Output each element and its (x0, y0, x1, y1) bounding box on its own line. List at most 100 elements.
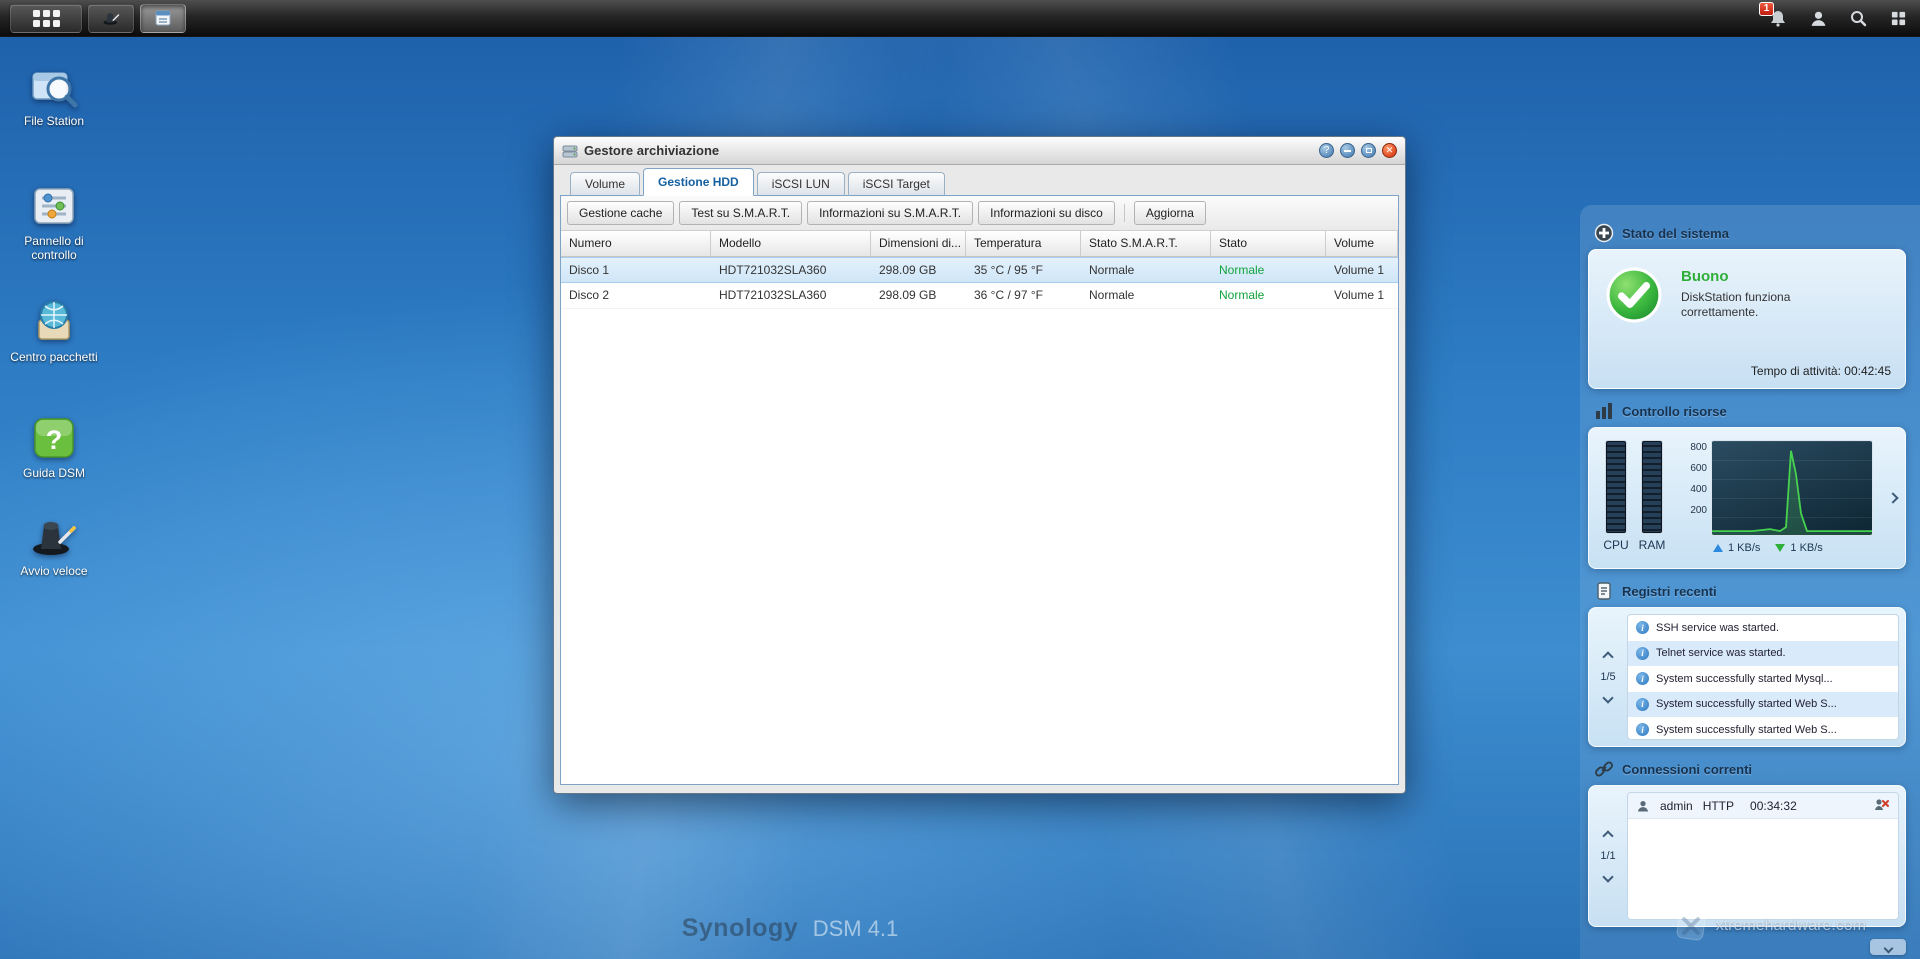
cell-smart: Normale (1081, 283, 1211, 308)
recent-logs-icon (1594, 581, 1614, 601)
table-header: Numero Modello Dimensioni di... Temperat… (561, 231, 1398, 257)
maximize-icon (1366, 148, 1372, 153)
storage-manager-window: Gestore archiviazione ? ✕ Volume Gestion… (553, 136, 1406, 794)
smart-info-button[interactable]: Informazioni su S.M.A.R.T. (807, 201, 973, 225)
column-header-dimensioni[interactable]: Dimensioni di... (871, 231, 966, 256)
tab-volume[interactable]: Volume (570, 172, 640, 196)
desktop-icon-dsm-help[interactable]: ? Guida DSM (8, 414, 100, 480)
resource-monitor-expand-button[interactable] (1885, 486, 1901, 509)
taskbar-app-quickstart[interactable] (88, 4, 134, 33)
taskbar-right: 1 (1766, 6, 1910, 30)
disconnect-user-button[interactable] (1872, 797, 1890, 815)
status-value: Buono (1681, 268, 1891, 285)
download-arrow-icon (1775, 544, 1785, 552)
info-icon: i (1636, 698, 1649, 711)
logs-prev-button[interactable] (1601, 646, 1615, 667)
notifications-button[interactable]: 1 (1766, 6, 1790, 30)
hdd-toolbar: Gestione cache Test su S.M.A.R.T. Inform… (561, 196, 1398, 231)
tab-iscsi-lun[interactable]: iSCSI LUN (757, 172, 845, 196)
toolbar-separator (1124, 204, 1125, 222)
pilot-view-button[interactable] (1886, 6, 1910, 30)
desktop-icon-label: File Station (8, 114, 100, 128)
help-button[interactable]: ? (1319, 143, 1334, 158)
logs-next-button[interactable] (1601, 687, 1615, 708)
dsm-watermark: Synology DSM 4.1 (0, 914, 1580, 943)
system-status-header[interactable]: Stato del sistema (1594, 223, 1906, 243)
tab-gestione-hdd[interactable]: Gestione HDD (643, 168, 754, 196)
desktop-icon-file-station[interactable]: File Station (8, 62, 100, 128)
column-header-modello[interactable]: Modello (711, 231, 871, 256)
axis-tick: 800 (1677, 442, 1707, 453)
desktop-icon-quick-start[interactable]: Avvio veloce (8, 512, 100, 578)
recent-logs-widget: 1/5 i SSH service was started. i Telnet … (1588, 607, 1906, 747)
taskbar-app-storage-manager[interactable] (140, 4, 186, 33)
search-icon (1849, 9, 1867, 27)
column-header-volume[interactable]: Volume (1326, 231, 1398, 256)
taskbar-left (10, 4, 186, 33)
axis-tick: 200 (1677, 505, 1707, 516)
widget-panel-collapse-button[interactable] (1870, 939, 1906, 955)
system-status-text: Buono DiskStation funziona correttamente… (1681, 268, 1891, 320)
minimize-icon (1344, 150, 1351, 152)
connections-next-button[interactable] (1601, 866, 1615, 887)
table-row-disco-1[interactable]: Disco 1 HDT721032SLA360 298.09 GB 35 °C … (561, 257, 1398, 283)
cell-dimensioni: 298.09 GB (871, 283, 966, 308)
maximize-button[interactable] (1361, 143, 1376, 158)
connection-user-icon (1636, 799, 1650, 813)
window-titlebar[interactable]: Gestore archiviazione ? ✕ (554, 137, 1405, 165)
desktop-icon-label: Pannello di controllo (8, 234, 100, 262)
chevron-down-icon (1883, 943, 1893, 953)
column-header-smart[interactable]: Stato S.M.A.R.T. (1081, 231, 1211, 256)
hdd-panel: Gestione cache Test su S.M.A.R.T. Inform… (560, 196, 1399, 785)
file-station-icon (30, 62, 78, 110)
resource-monitor-header[interactable]: Controllo risorse (1594, 401, 1906, 421)
info-icon: i (1636, 621, 1649, 634)
logs-page-indicator: 1/5 (1600, 671, 1615, 683)
chevron-down-icon (1602, 692, 1613, 703)
main-menu-button[interactable] (10, 4, 82, 33)
minimize-button[interactable] (1340, 143, 1355, 158)
cell-volume: Volume 1 (1326, 258, 1398, 282)
main-menu-grid-icon (33, 10, 60, 27)
desktop-icon-control-panel[interactable]: Pannello di controllo (8, 182, 100, 262)
refresh-button[interactable]: Aggiorna (1134, 201, 1206, 225)
user-icon (1809, 9, 1828, 28)
column-header-temperatura[interactable]: Temperatura (966, 231, 1081, 256)
network-graph-line (1712, 441, 1872, 535)
uptime-value: 00:42:45 (1844, 364, 1891, 378)
storage-window-icon (154, 9, 172, 27)
connections-widget: 1/1 admin HTTP 00:34:32 (1588, 785, 1906, 927)
axis-tick: 600 (1677, 463, 1707, 474)
connections-header[interactable]: Connessioni correnti (1594, 759, 1906, 779)
table-row-disco-2[interactable]: Disco 2 HDT721032SLA360 298.09 GB 36 °C … (561, 283, 1398, 309)
disk-info-button[interactable]: Informazioni su disco (978, 201, 1115, 225)
package-center-icon (30, 298, 78, 346)
info-icon: i (1636, 723, 1649, 736)
connections-prev-button[interactable] (1601, 825, 1615, 846)
tab-iscsi-target[interactable]: iSCSI Target (848, 172, 945, 196)
taskbar: 1 (0, 0, 1920, 37)
ram-label: RAM (1633, 538, 1671, 552)
uptime: Tempo di attività: 00:42:45 (1751, 364, 1891, 378)
column-header-stato[interactable]: Stato (1211, 231, 1326, 256)
search-button[interactable] (1846, 6, 1870, 30)
desktop-icon-package-center[interactable]: Centro pacchetti (8, 298, 100, 364)
close-button[interactable]: ✕ (1382, 143, 1397, 158)
column-header-numero[interactable]: Numero (561, 231, 711, 256)
resource-monitor-widget: CPU RAM 800 600 400 200 1 KB/s 1 KB/s (1588, 427, 1906, 569)
smart-test-button[interactable]: Test su S.M.A.R.T. (679, 201, 802, 225)
connections-page-indicator: 1/1 (1600, 850, 1615, 862)
user-menu-button[interactable] (1806, 6, 1830, 30)
logs-pager: 1/5 (1589, 608, 1627, 746)
control-panel-icon (30, 182, 78, 230)
cache-management-button[interactable]: Gestione cache (567, 201, 674, 225)
desktop-icon-label: Avvio veloce (8, 564, 100, 578)
window-body: Volume Gestione HDD iSCSI LUN iSCSI Targ… (560, 165, 1399, 785)
svg-text:?: ? (46, 425, 63, 455)
chevron-up-icon (1602, 651, 1613, 662)
recent-logs-header[interactable]: Registri recenti (1594, 581, 1906, 601)
axis-tick: 400 (1677, 484, 1707, 495)
cell-smart: Normale (1081, 258, 1211, 282)
uptime-label: Tempo di attività: (1751, 364, 1841, 378)
connections-list: admin HTTP 00:34:32 (1627, 792, 1899, 920)
